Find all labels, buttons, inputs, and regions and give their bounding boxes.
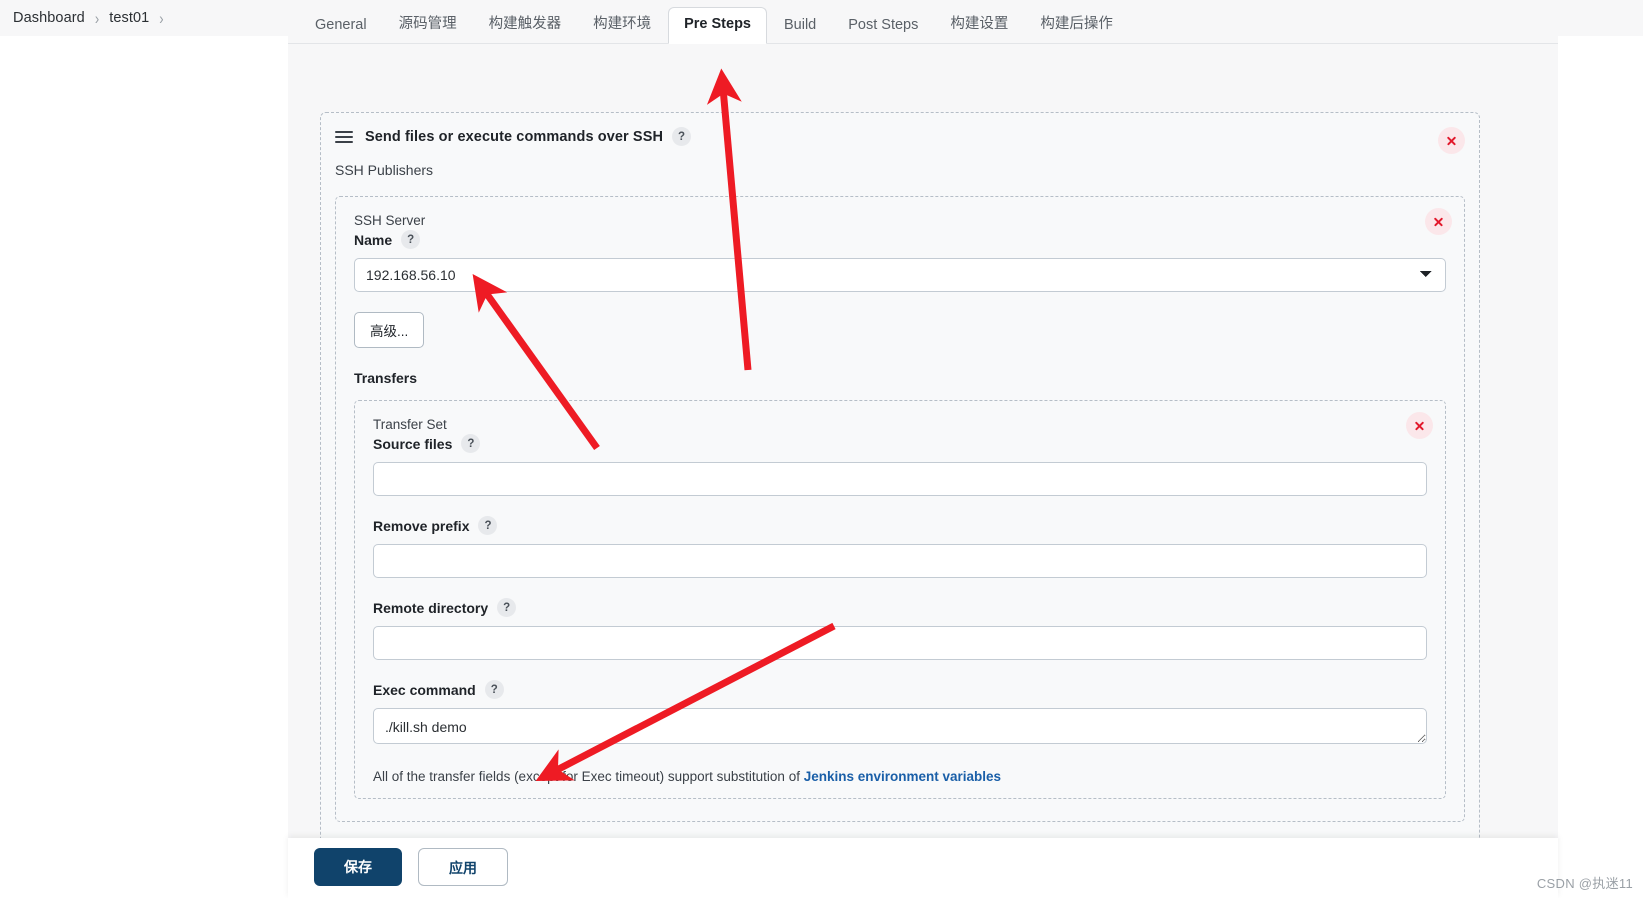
breadcrumb-separator-icon: › (94, 8, 100, 28)
ssh-server-group-label: SSH Server (354, 213, 426, 228)
tab-post-steps[interactable]: Post Steps (833, 8, 933, 44)
remove-prefix-row: Remove prefix ? (373, 516, 1427, 578)
exec-command-row: Exec command ? ./kill.sh demo (373, 680, 1427, 749)
help-icon[interactable]: ? (478, 516, 498, 535)
tab-build-triggers[interactable]: 构建触发器 (474, 3, 577, 44)
config-tabs: General 源码管理 构建触发器 构建环境 Pre Steps Build … (288, 0, 1558, 44)
exec-command-label: Exec command ? (373, 680, 1427, 699)
save-button[interactable]: 保存 (314, 848, 402, 886)
ssh-publishers-label: SSH Publishers (335, 162, 434, 178)
footnote-text: All of the transfer fields (except for E… (373, 769, 804, 784)
source-files-input[interactable] (373, 462, 1427, 496)
tab-build-settings[interactable]: 构建设置 (935, 3, 1023, 44)
help-icon[interactable]: ? (672, 127, 692, 146)
remote-directory-label-text: Remote directory (373, 599, 489, 616)
transfer-set-group-label: Transfer Set (373, 417, 447, 432)
help-icon[interactable]: ? (401, 230, 421, 249)
form-action-bar: 保存 应用 (288, 838, 1558, 898)
advanced-button[interactable]: 高级... (354, 312, 425, 348)
source-files-label-text: Source files (373, 435, 453, 452)
screenshot-root: Dashboard › test01 › General 源码管理 构建触发器 … (0, 0, 1643, 898)
source-files-label: Source files ? (373, 434, 1427, 453)
tab-post-build-actions[interactable]: 构建后操作 (1025, 3, 1128, 44)
panel-header: Send files or execute commands over SSH … (321, 113, 1479, 146)
remote-directory-input[interactable] (373, 626, 1427, 660)
ssh-server-name-label: Name ? (354, 230, 1446, 249)
delete-ssh-server-button[interactable] (1425, 208, 1452, 235)
transfer-footnote: All of the transfer fields (except for E… (373, 769, 1427, 784)
ssh-server-block: SSH Server Name ? 192.168.56.10 高级... Tr… (335, 196, 1465, 822)
exec-command-textarea[interactable]: ./kill.sh demo (373, 708, 1427, 744)
watermark: CSDN @执迷11 (1536, 876, 1633, 891)
jenkins-env-variables-link[interactable]: Jenkins environment variables (804, 769, 1001, 784)
right-margin (1558, 36, 1643, 898)
tab-build[interactable]: Build (769, 8, 831, 44)
help-icon[interactable]: ? (461, 434, 481, 453)
breadcrumb-item-dashboard[interactable]: Dashboard (6, 10, 92, 26)
delete-panel-button[interactable] (1438, 127, 1465, 154)
ssh-server-name-select[interactable]: 192.168.56.10 (354, 258, 1446, 292)
remote-directory-label: Remote directory ? (373, 598, 1427, 617)
tab-pre-steps[interactable]: Pre Steps (668, 7, 767, 44)
tab-general[interactable]: General (300, 8, 382, 44)
help-icon[interactable]: ? (484, 680, 504, 699)
remote-directory-row: Remote directory ? (373, 598, 1427, 660)
exec-command-label-text: Exec command (373, 681, 476, 698)
apply-button[interactable]: 应用 (418, 848, 508, 886)
ssh-server-name-text: Name (354, 231, 393, 248)
help-icon[interactable]: ? (497, 598, 517, 617)
source-files-row: Source files ? (373, 434, 1427, 496)
delete-transfer-set-button[interactable] (1406, 412, 1433, 439)
transfers-label: Transfers (354, 370, 418, 386)
transfer-set-block: Transfer Set Source files ? Remove prefi… (354, 400, 1446, 799)
remove-prefix-label-text: Remove prefix (373, 517, 470, 534)
tab-source-code-management[interactable]: 源码管理 (384, 3, 472, 44)
breadcrumb-separator-icon: › (159, 8, 164, 28)
remove-prefix-input[interactable] (373, 544, 1427, 578)
panel-title: Send files or execute commands over SSH (365, 128, 664, 145)
remove-prefix-label: Remove prefix ? (373, 516, 1427, 535)
breadcrumb-item-test01[interactable]: test01 (102, 10, 156, 26)
ssh-publisher-panel: Send files or execute commands over SSH … (320, 112, 1480, 857)
drag-handle-icon[interactable] (335, 130, 353, 143)
tab-build-environment[interactable]: 构建环境 (578, 3, 666, 44)
